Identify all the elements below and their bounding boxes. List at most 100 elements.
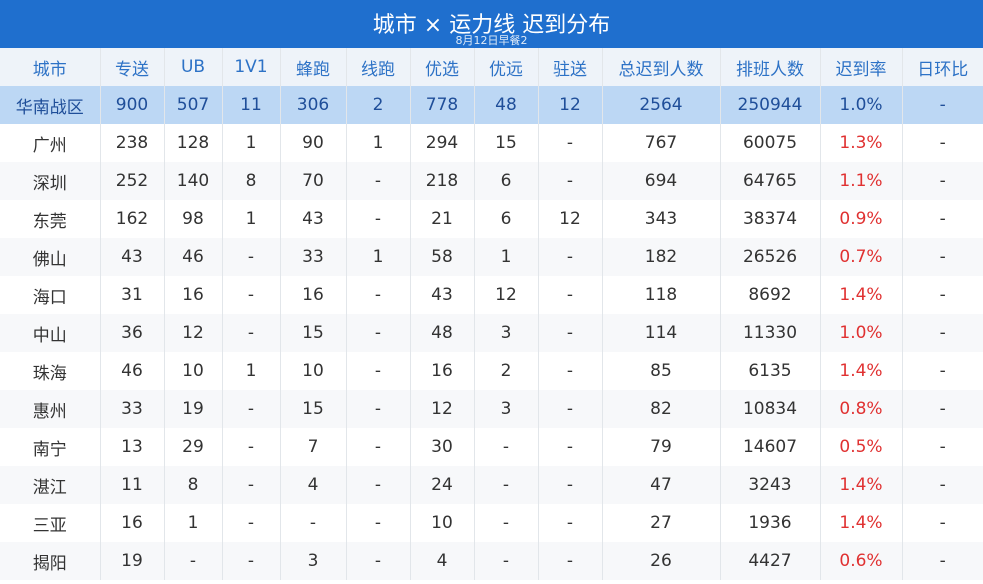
table-cell: 79: [602, 428, 721, 466]
column-header[interactable]: 总迟到人数: [602, 48, 721, 86]
table-cell: -: [222, 542, 281, 580]
table-cell: -: [222, 504, 281, 542]
table-row: 中山 36 12-15-48 3-114 11330 1.0% -: [0, 314, 983, 352]
table-cell: -: [474, 504, 539, 542]
table-cell: 48: [474, 86, 539, 124]
table-cell: 1936: [720, 504, 821, 542]
table-cell: -: [902, 238, 983, 276]
column-header[interactable]: 驻送: [538, 48, 603, 86]
table-cell: 12: [164, 314, 223, 352]
late-rate-cell: 0.7%: [820, 238, 903, 276]
table-cell: 33: [100, 390, 165, 428]
table-cell: 19: [100, 542, 165, 580]
column-header[interactable]: 迟到率: [820, 48, 903, 86]
table-cell: -: [538, 124, 603, 162]
table-cell: 8: [164, 466, 223, 504]
table-cell: 900: [100, 86, 165, 124]
table-cell: -: [164, 542, 223, 580]
city-cell: 中山: [0, 314, 101, 352]
table-cell: -: [346, 428, 411, 466]
table-row: 南宁 13 29-7-30- -79 14607 0.5% -: [0, 428, 983, 466]
table-cell: -: [939, 133, 946, 153]
table-cell: 16: [164, 276, 223, 314]
table-cell: -: [902, 86, 983, 124]
city-cell: 海口: [0, 276, 101, 314]
table-cell: 33: [280, 238, 347, 276]
table-cell: -: [222, 390, 281, 428]
table-cell: 767: [602, 124, 721, 162]
table-row: 佛山 43 46-33 1 58 1-182 26526 0.7% -: [0, 238, 983, 276]
table-cell: 29: [164, 428, 223, 466]
table-cell: 24: [410, 466, 475, 504]
table-cell: 4427: [720, 542, 821, 580]
table-cell: -: [474, 428, 539, 466]
table-cell: 46: [100, 352, 165, 390]
table-cell: 6: [474, 200, 539, 238]
table-cell: -: [538, 466, 603, 504]
table-cell: 15: [474, 124, 539, 162]
table-cell: 36: [100, 314, 165, 352]
table-cell: -: [538, 390, 603, 428]
table-cell: 38374: [720, 200, 821, 238]
table-row: 海口 31 16-16-43 12-118 8692 1.4% -: [0, 276, 983, 314]
table-cell: 13: [100, 428, 165, 466]
table-cell: 30: [410, 428, 475, 466]
table-cell: 3: [280, 542, 347, 580]
late-rate-cell: 0.5%: [820, 428, 903, 466]
table-cell: -: [538, 314, 603, 352]
table-cell: 10834: [720, 390, 821, 428]
city-cell: 湛江: [0, 466, 101, 504]
table-cell: 60075: [720, 124, 821, 162]
table-cell: 3: [474, 390, 539, 428]
table-cell: -: [939, 209, 946, 229]
table-cell: -: [902, 314, 983, 352]
table-cell: 6: [474, 162, 539, 200]
table-cell: 11: [100, 466, 165, 504]
table-cell: 85: [602, 352, 721, 390]
table-row: 深圳 252 140 8 70-218 6-694 64765 1.1% -: [0, 162, 983, 200]
table-cell: 10: [280, 352, 347, 390]
table-cell: -: [222, 428, 281, 466]
table-cell: -: [222, 238, 281, 276]
column-header[interactable]: 蜂跑: [280, 48, 347, 86]
table-cell: 15: [280, 390, 347, 428]
column-header[interactable]: 1V1: [222, 48, 281, 86]
column-header[interactable]: 优远: [474, 48, 539, 86]
column-header-row: 城市 专送 UB 1V1 蜂跑 线跑 优选 优远 驻送 总迟到人数 排班人数 迟到率 日环比: [0, 48, 983, 86]
column-header[interactable]: 排班人数: [720, 48, 821, 86]
table-cell: 12: [474, 276, 539, 314]
column-header[interactable]: 日环比: [902, 48, 983, 86]
table-cell: 46: [164, 238, 223, 276]
table-cell: 26: [602, 542, 721, 580]
table-cell: -: [346, 162, 411, 200]
table-cell: 48: [410, 314, 475, 352]
table-cell: 11: [222, 86, 281, 124]
column-header[interactable]: 专送: [100, 48, 165, 86]
table-cell: -: [346, 542, 411, 580]
table-cell: -: [538, 504, 603, 542]
late-rate-cell: 1.1%: [820, 162, 903, 200]
table-cell: -: [939, 361, 946, 381]
table-cell: 14607: [720, 428, 821, 466]
table-cell: -: [346, 352, 411, 390]
table-cell: 15: [280, 314, 347, 352]
table-cell: 140: [164, 162, 223, 200]
table-cell: 4: [410, 542, 475, 580]
table-row: 珠海 46 10 1 10-16 2-85 6135 1.4% -: [0, 352, 983, 390]
late-rate-cell: 1.4%: [820, 276, 903, 314]
table-cell: 1: [222, 200, 281, 238]
late-rate-cell: 0.9%: [820, 200, 903, 238]
table-cell: 8: [222, 162, 281, 200]
report-header: 城市 × 运力线 迟到分布 8月12日早餐2: [0, 0, 983, 48]
table-cell: 47: [602, 466, 721, 504]
column-header[interactable]: UB: [164, 48, 223, 86]
column-header[interactable]: 优选: [410, 48, 475, 86]
table-cell: -: [902, 542, 983, 580]
city-cell: 佛山: [0, 238, 101, 276]
table-cell: 10: [164, 352, 223, 390]
table-cell: -: [346, 504, 411, 542]
table-cell: -: [538, 428, 603, 466]
table-cell: -: [474, 542, 539, 580]
column-header[interactable]: 线跑: [346, 48, 411, 86]
column-header[interactable]: 城市: [0, 48, 101, 86]
